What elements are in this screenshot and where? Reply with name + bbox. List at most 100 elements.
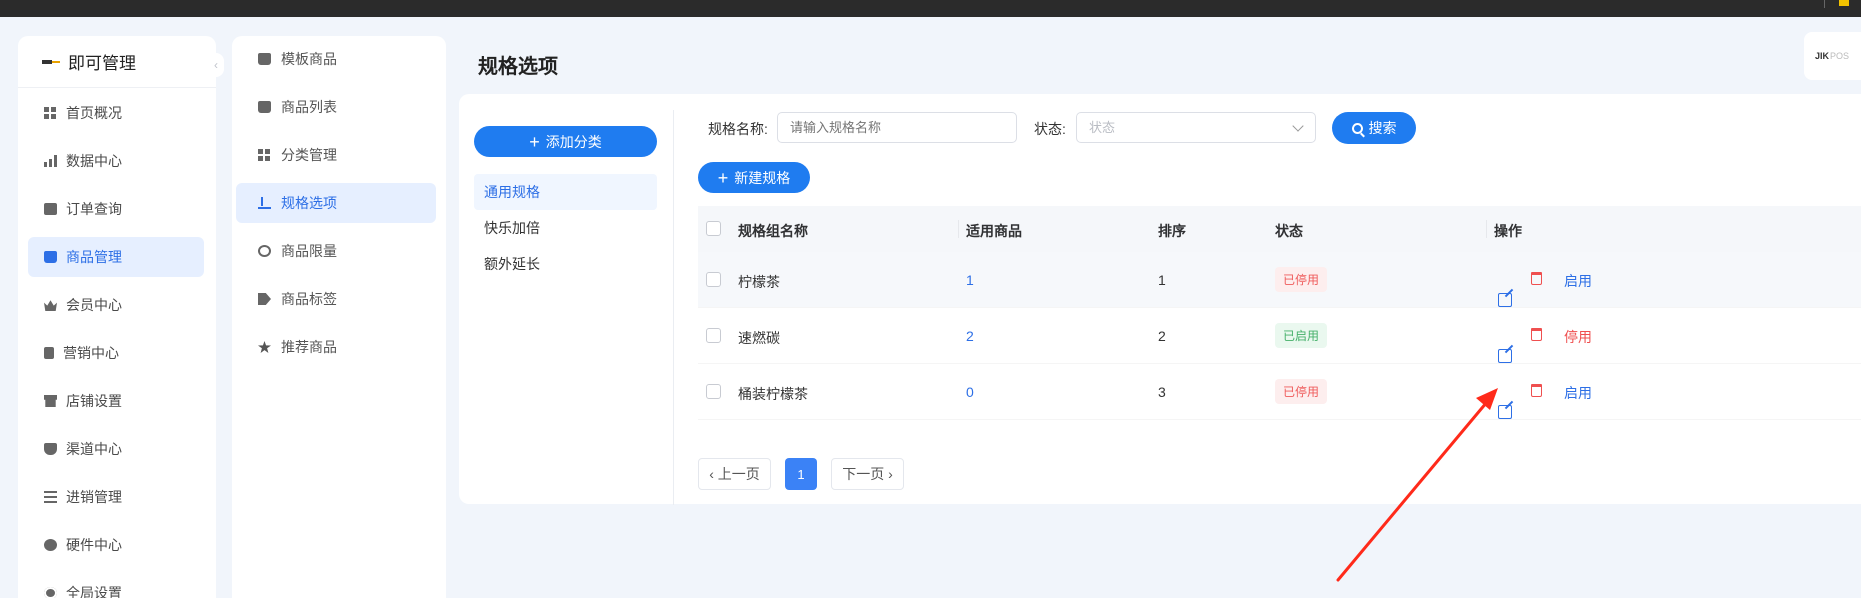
topbar-separator bbox=[1824, 0, 1825, 8]
bookmark-icon[interactable] bbox=[1839, 0, 1849, 6]
plus-icon: + bbox=[529, 131, 540, 152]
edit-icon[interactable] bbox=[1498, 292, 1512, 307]
subnav-item-product-list[interactable]: 商品列表 bbox=[236, 87, 436, 127]
row-checkbox[interactable] bbox=[706, 272, 721, 287]
search-button[interactable]: 搜索 bbox=[1332, 112, 1416, 144]
spec-name: 速燃碳 bbox=[738, 330, 780, 346]
sidebar-item-hardware[interactable]: 硬件中心 bbox=[28, 525, 204, 565]
sidebar-item-label: 全局设置 bbox=[66, 585, 122, 598]
brand-title: 即可管理 bbox=[68, 54, 136, 73]
column-separator bbox=[1486, 220, 1487, 238]
bag-icon bbox=[258, 53, 271, 65]
corner-logo-text: JIK bbox=[1815, 51, 1830, 61]
sidebar-item-label: 商品管理 bbox=[66, 249, 122, 265]
sidebar-item-marketing[interactable]: 营销中心 bbox=[28, 333, 204, 373]
grid-icon bbox=[258, 149, 271, 161]
sidebar-item-label: 硬件中心 bbox=[66, 537, 122, 553]
sidebar-item-members[interactable]: 会员中心 bbox=[28, 285, 204, 325]
brand-logo-icon bbox=[38, 57, 62, 67]
tag-icon bbox=[258, 293, 271, 305]
column-header: 排序 bbox=[1158, 223, 1186, 239]
trash-icon[interactable] bbox=[1531, 384, 1542, 397]
sub-nav: 模板商品 商品列表 分类管理 规格选项 商品限量 商品标签 推荐商品 bbox=[236, 39, 436, 375]
prev-page-label: 上一页 bbox=[717, 466, 760, 482]
edit-icon[interactable] bbox=[1498, 348, 1512, 363]
product-count-link[interactable]: 1 bbox=[966, 272, 974, 288]
toggle-status-link[interactable]: 启用 bbox=[1564, 383, 1592, 403]
product-count-link[interactable]: 0 bbox=[966, 384, 974, 400]
subnav-item-categories[interactable]: 分类管理 bbox=[236, 135, 436, 175]
row-checkbox[interactable] bbox=[706, 328, 721, 343]
subnav-item-recommended[interactable]: 推荐商品 bbox=[236, 327, 436, 367]
status-label: 状态: bbox=[1034, 121, 1066, 137]
column-header: 规格组名称 bbox=[738, 223, 808, 239]
upload-icon bbox=[258, 197, 271, 209]
page-number-current[interactable]: 1 bbox=[785, 458, 817, 490]
page-title: 规格选项 bbox=[478, 56, 558, 78]
sidebar-item-orders[interactable]: 订单查询 bbox=[28, 189, 204, 229]
sidebar-item-data[interactable]: 数据中心 bbox=[28, 141, 204, 181]
collapse-sidebar-button[interactable]: ‹ bbox=[208, 53, 224, 77]
bag-icon bbox=[258, 101, 271, 113]
add-category-button[interactable]: + 添加分类 bbox=[474, 126, 657, 157]
category-list: 通用规格 快乐加倍 额外延长 bbox=[474, 174, 657, 282]
subnav-item-spec-options[interactable]: 规格选项 bbox=[236, 183, 436, 223]
row-checkbox[interactable] bbox=[706, 384, 721, 399]
chevron-left-icon: ‹ bbox=[709, 466, 718, 482]
next-page-label: 下一页 bbox=[842, 466, 885, 482]
grid-icon bbox=[44, 107, 57, 119]
sidebar-item-overview[interactable]: 首页概况 bbox=[28, 93, 204, 133]
subnav-item-label: 推荐商品 bbox=[281, 339, 337, 355]
sidebar-item-inventory[interactable]: 进销管理 bbox=[28, 477, 204, 517]
next-page-button[interactable]: 下一页 › bbox=[831, 458, 904, 490]
sort-value: 1 bbox=[1158, 272, 1166, 288]
status-badge: 已停用 bbox=[1275, 379, 1328, 404]
category-item[interactable]: 快乐加倍 bbox=[474, 210, 657, 246]
sidebar-item-label: 店铺设置 bbox=[66, 393, 122, 409]
trash-icon[interactable] bbox=[1531, 328, 1542, 341]
window-topbar bbox=[0, 0, 1861, 17]
spec-name-input[interactable] bbox=[777, 112, 1017, 143]
edit-icon[interactable] bbox=[1498, 404, 1512, 419]
sidebar-item-settings[interactable]: 全局设置 bbox=[28, 573, 204, 598]
subnav-item-label: 商品限量 bbox=[281, 243, 337, 259]
new-spec-button[interactable]: + 新建规格 bbox=[698, 162, 810, 193]
category-item[interactable]: 通用规格 bbox=[474, 174, 657, 210]
spec-name-label: 规格名称: bbox=[708, 121, 768, 137]
toggle-status-link[interactable]: 停用 bbox=[1564, 327, 1592, 347]
prev-page-button[interactable]: ‹ 上一页 bbox=[698, 458, 771, 490]
search-button-label: 搜索 bbox=[1368, 120, 1397, 136]
disk-icon bbox=[44, 539, 57, 551]
status-select[interactable]: 状态 bbox=[1076, 112, 1316, 143]
product-count-link[interactable]: 2 bbox=[966, 328, 974, 344]
list-icon bbox=[44, 491, 57, 503]
chevron-right-icon: › bbox=[884, 466, 893, 482]
sidebar-item-channels[interactable]: 渠道中心 bbox=[28, 429, 204, 469]
trash-icon[interactable] bbox=[1531, 272, 1542, 285]
spec-name: 桶装柠檬茶 bbox=[738, 386, 808, 402]
clock-icon bbox=[258, 245, 271, 257]
table-header: 规格组名称 适用商品 排序 状态 操作 bbox=[698, 206, 1861, 252]
sidebar-item-label: 订单查询 bbox=[66, 201, 122, 217]
select-all-checkbox[interactable] bbox=[706, 221, 721, 236]
brand[interactable]: 即可管理 bbox=[18, 36, 216, 88]
sidebar-item-label: 数据中心 bbox=[66, 153, 122, 169]
category-item[interactable]: 额外延长 bbox=[474, 246, 657, 282]
table-row[interactable]: 速燃碳 2 2 已启用 停用 bbox=[698, 308, 1861, 364]
sidebar-item-products[interactable]: 商品管理 bbox=[28, 237, 204, 277]
table-row[interactable]: 柠檬茶 1 1 已停用 启用 bbox=[698, 252, 1861, 308]
column-separator bbox=[958, 220, 959, 238]
toggle-status-link[interactable]: 启用 bbox=[1564, 271, 1592, 291]
sidebar-item-store[interactable]: 店铺设置 bbox=[28, 381, 204, 421]
subnav-item-label: 模板商品 bbox=[281, 51, 337, 67]
bar-chart-icon bbox=[44, 155, 57, 167]
sub-sidebar: 模板商品 商品列表 分类管理 规格选项 商品限量 商品标签 推荐商品 bbox=[232, 36, 446, 598]
subnav-item-tags[interactable]: 商品标签 bbox=[236, 279, 436, 319]
sidebar-item-label: 渠道中心 bbox=[66, 441, 122, 457]
table-row[interactable]: 桶装柠檬茶 0 3 已停用 启用 bbox=[698, 364, 1861, 420]
status-badge: 已停用 bbox=[1275, 267, 1328, 292]
sidebar-item-label: 营销中心 bbox=[63, 345, 119, 361]
subnav-item-template-products[interactable]: 模板商品 bbox=[236, 39, 436, 79]
subnav-item-limits[interactable]: 商品限量 bbox=[236, 231, 436, 271]
new-spec-label: 新建规格 bbox=[734, 169, 791, 186]
